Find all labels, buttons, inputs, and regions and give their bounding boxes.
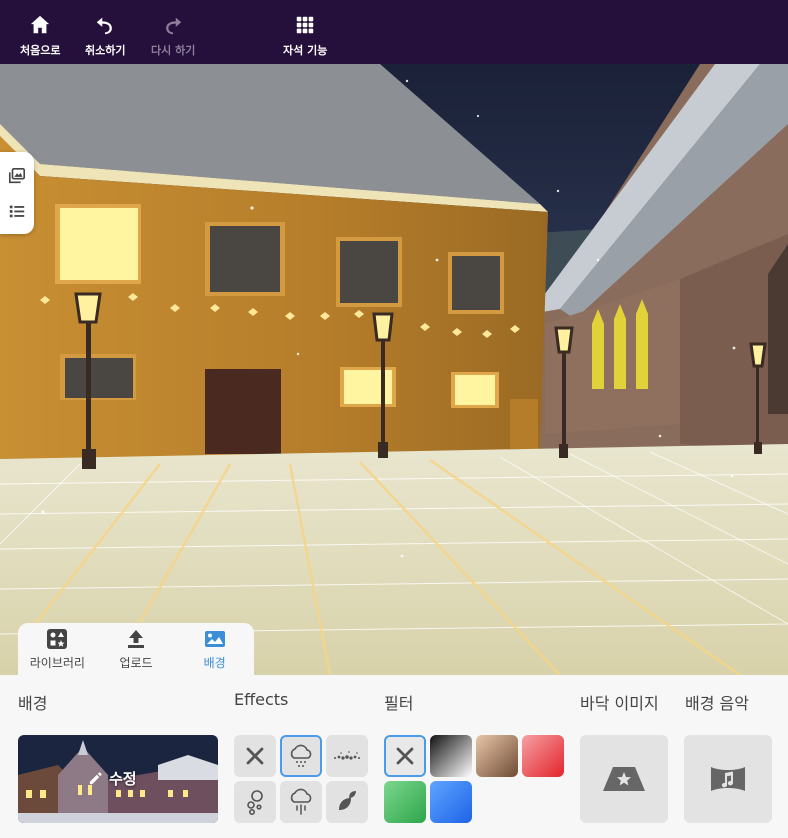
- upload-icon: [128, 629, 144, 648]
- undo-button[interactable]: 취소하기: [85, 14, 125, 58]
- tab-background[interactable]: 배경: [175, 623, 254, 675]
- effects-section-title: Effects: [234, 690, 289, 709]
- home-button[interactable]: 처음으로: [20, 14, 60, 58]
- effect-bubbles[interactable]: [234, 781, 276, 823]
- filter-red[interactable]: [522, 735, 564, 777]
- background-section-title: 배경: [18, 694, 48, 713]
- background-edit-label: 수정: [109, 770, 137, 788]
- grid-icon: [296, 16, 314, 34]
- undo-icon: [96, 17, 113, 35]
- effect-snow[interactable]: [280, 735, 322, 777]
- floor-image-button[interactable]: [580, 735, 668, 823]
- bg-music-section-title: 배경 음악: [685, 694, 749, 713]
- snow-cloud-icon: [290, 744, 312, 767]
- home-label: 처음으로: [20, 44, 61, 57]
- home-icon: [31, 15, 50, 34]
- magnet-button[interactable]: 자석 기능: [283, 14, 327, 58]
- effect-none[interactable]: [234, 735, 276, 777]
- music-note-icon: [711, 767, 745, 791]
- background-icon: [204, 630, 225, 647]
- library-icon: [47, 628, 68, 649]
- top-toolbar: 처음으로 취소하기 다시 하기 자석 기능: [0, 0, 788, 64]
- list-icon[interactable]: [8, 202, 26, 220]
- bottom-tab-strip: 라이브러리 업로드 배경: [18, 623, 254, 675]
- filter-green[interactable]: [384, 781, 426, 823]
- side-toolbar: [0, 152, 34, 234]
- tab-library[interactable]: 라이브러리: [18, 623, 97, 675]
- redo-icon: [166, 17, 182, 35]
- filter-sepia[interactable]: [476, 735, 518, 777]
- filter-section-title: 필터: [384, 694, 414, 713]
- bubbles-icon: [247, 790, 263, 815]
- gallery-icon[interactable]: [8, 167, 26, 185]
- effect-rain[interactable]: [280, 781, 322, 823]
- redo-button[interactable]: 다시 하기: [151, 14, 195, 58]
- filter-none[interactable]: [384, 735, 426, 777]
- tab-upload[interactable]: 업로드: [97, 623, 176, 675]
- scene-viewport[interactable]: [0, 64, 788, 675]
- dots-icon: [334, 751, 360, 760]
- floor-image-icon: [603, 767, 645, 791]
- pencil-icon: [89, 772, 102, 785]
- filter-grayscale[interactable]: [430, 735, 472, 777]
- tab-upload-label: 업로드: [119, 655, 153, 670]
- leaf-icon: [339, 791, 356, 810]
- x-icon: [246, 747, 264, 765]
- undo-label: 취소하기: [85, 44, 126, 57]
- rain-cloud-icon: [290, 788, 312, 815]
- scene-canvas[interactable]: [0, 64, 788, 675]
- effect-leaves[interactable]: [326, 781, 368, 823]
- redo-label: 다시 하기: [151, 44, 196, 57]
- tab-background-label: 배경: [203, 655, 226, 670]
- effect-particles[interactable]: [326, 735, 368, 777]
- floor-image-section-title: 바닥 이미지: [580, 694, 659, 713]
- tab-library-label: 라이브러리: [29, 655, 85, 670]
- background-edit-button[interactable]: 수정: [88, 768, 137, 789]
- x-icon: [396, 747, 414, 765]
- magnet-label: 자석 기능: [283, 44, 328, 57]
- bg-music-button[interactable]: [684, 735, 772, 823]
- filter-blue[interactable]: [430, 781, 472, 823]
